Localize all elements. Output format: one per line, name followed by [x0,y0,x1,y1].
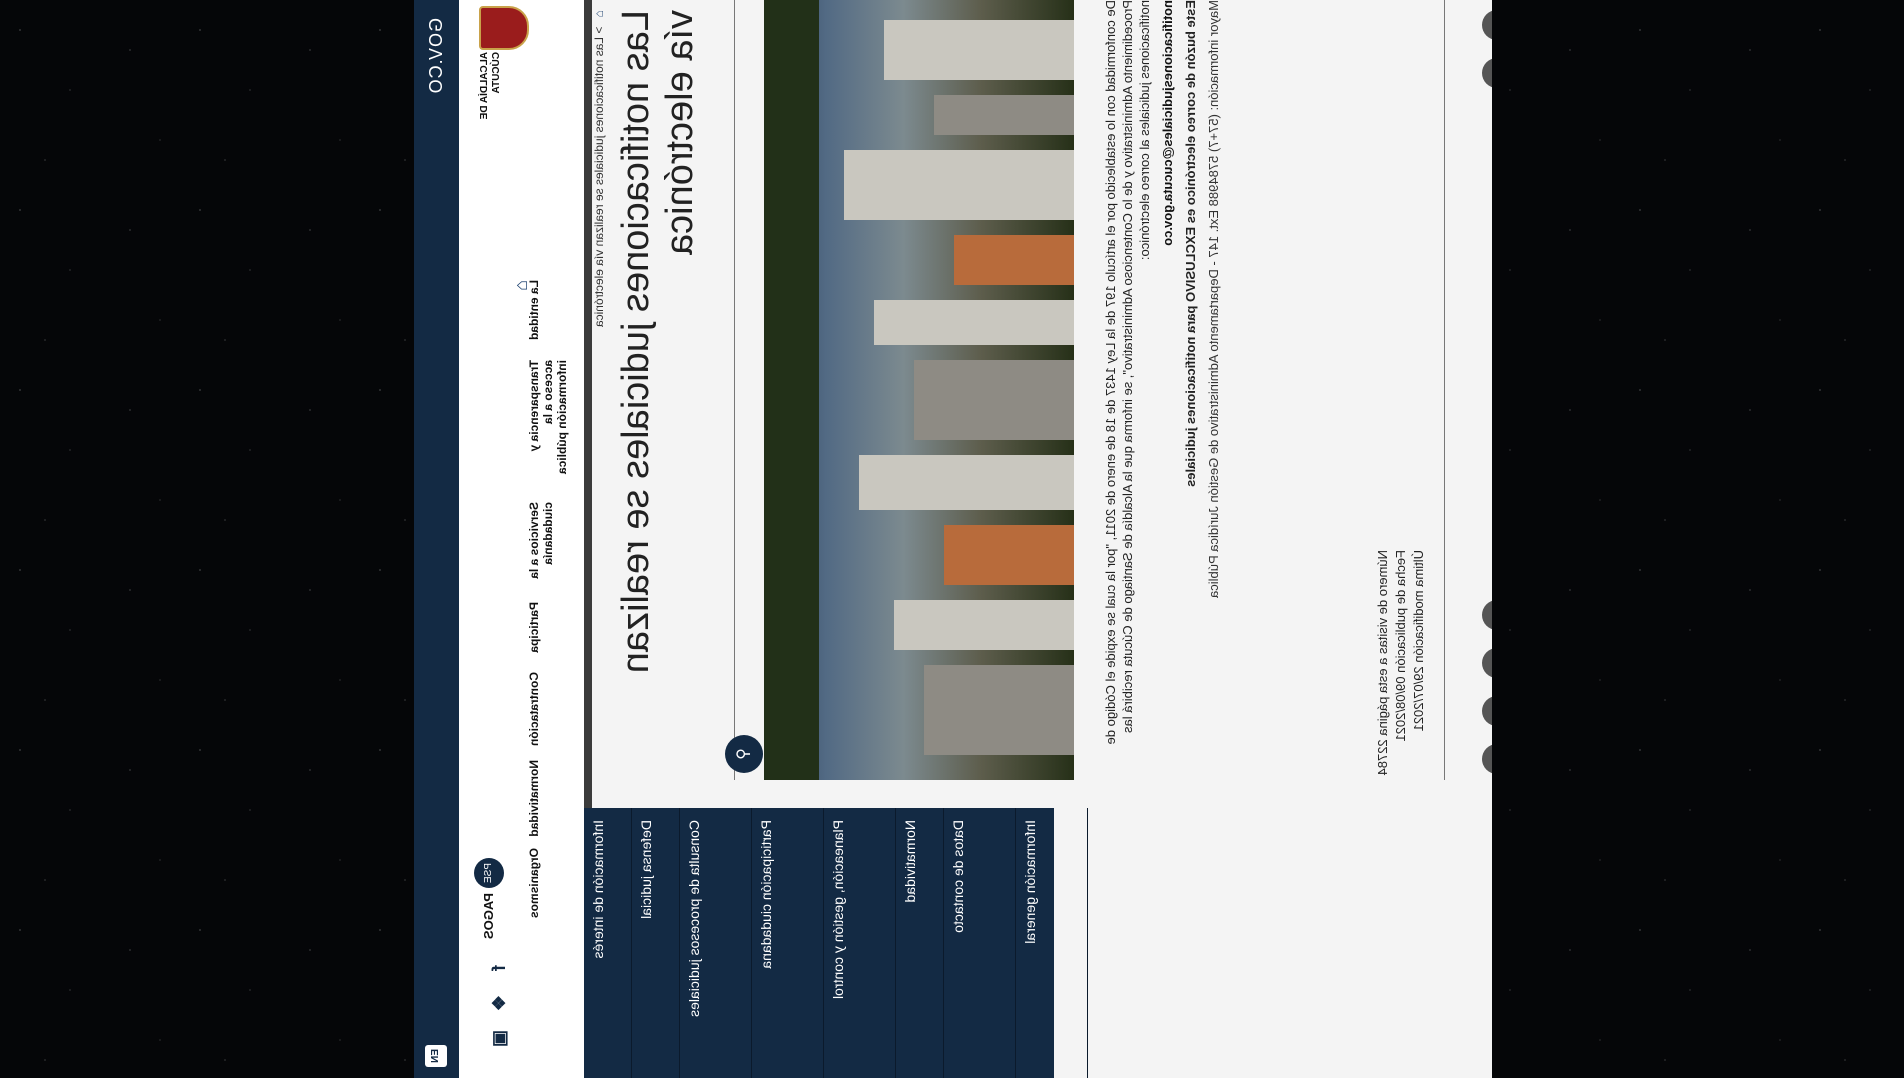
article-paragraph: De conformidad con lo establecido por el… [1103,0,1152,745]
search-button[interactable]: ⚲ [725,735,763,773]
site-header: ALCALDÍA DE CÚCUTA ⌂ La entidad Transpar… [459,0,592,1078]
email-share-icon[interactable] [1482,744,1492,774]
sidebar-item-consulta-procesos[interactable]: Consulta de procesos judiciales [680,808,752,1078]
page-metadata: Número de visitas a esta página 22784 Fe… [1374,550,1428,775]
contact-info: Mayor información: (57+7) 5784988 Ext. 1… [1206,0,1221,598]
payments-link[interactable]: PAGOS [481,893,496,939]
page-title: Las notificaciones judiciales se realiza… [615,10,701,674]
footer-divider [1444,0,1445,780]
nav-item-transparencia[interactable]: Transparencia y acceso a la información … [527,360,569,490]
publication-date: Fecha de publicación 09/08/2021 [1393,550,1408,742]
sidebar-item-informacion-general[interactable]: Información general [1016,808,1088,1078]
sidebar-item-defensa-judicial[interactable]: Defensa judicial [632,808,680,1078]
home-icon[interactable]: ⌂ [511,280,531,298]
home-icon[interactable]: ⌂ [592,10,606,17]
title-divider [734,0,735,780]
web-page: GOV.CO EN ALCALDÍA DE CÚCUTA ⌂ La entida… [414,0,1492,1078]
gov-co-logo[interactable]: GOV.CO [426,18,447,94]
nav-item-servicios[interactable]: Servicios a la ciudadanía [527,502,555,592]
city-shield-logo[interactable] [479,6,529,50]
language-button[interactable]: EN [425,1045,447,1067]
facebook-share-icon[interactable] [1482,600,1492,630]
hills-background [764,0,819,780]
pse-payment-icon[interactable]: PSE [474,858,504,888]
breadcrumb: ⌂ > Las notificaciones judiciales se rea… [592,10,606,327]
breadcrumb-current: Las notificaciones judiciales se realiza… [592,36,606,328]
twitter-share-icon[interactable] [1482,648,1492,678]
nav-item-participa[interactable]: Participa [527,602,541,662]
article-body: De conformidad con lo establecido por el… [1102,0,1228,780]
sidebar-item-planeacion[interactable]: Planeación, gestión y control [824,808,896,1078]
exclusive-notice: Este buzón de correo electrónico es EXCL… [1183,0,1198,487]
sidebar-menu: Información de interés Defensa judicial … [584,808,1088,1078]
print-icon[interactable] [1482,58,1492,88]
government-top-bar: GOV.CO EN [414,0,459,1078]
whatsapp-share-icon[interactable] [1482,696,1492,726]
instagram-icon[interactable]: ▣ [489,1030,510,1047]
sidebar-item-datos-contacto[interactable]: Datos de contacto [944,808,1016,1078]
sidebar-item-participacion[interactable]: Participación ciudadana [752,808,824,1078]
facebook-icon[interactable]: f [489,965,510,971]
visit-counter: Número de visitas a esta página 22784 [1375,550,1390,776]
nav-item-normatividad[interactable]: Normatividad [527,760,541,840]
nav-item-la-entidad[interactable]: La entidad [527,280,541,350]
logo-text: ALCALDÍA DE CÚCUTA [479,52,502,120]
rotated-viewport: GOV.CO EN ALCALDÍA DE CÚCUTA ⌂ La entida… [414,0,1492,1078]
nav-item-contratacion[interactable]: Contratación [527,672,541,752]
share-icon[interactable] [1482,10,1492,40]
city-panorama-image [764,0,1074,780]
modification-date: Última modificación 29/07/2021 [1411,550,1426,732]
notification-email-link[interactable]: notificacionesjudiciales@cucuta.gov.co [1159,0,1176,780]
twitter-icon[interactable]: ❖ [489,995,510,1011]
breadcrumb-separator: > [592,26,606,34]
nav-item-organismos[interactable]: Organismos [527,848,541,918]
sidebar-item-informacion-de-interes[interactable]: Información de interés [584,808,632,1078]
sidebar-item-normatividad[interactable]: Normatividad [896,808,944,1078]
